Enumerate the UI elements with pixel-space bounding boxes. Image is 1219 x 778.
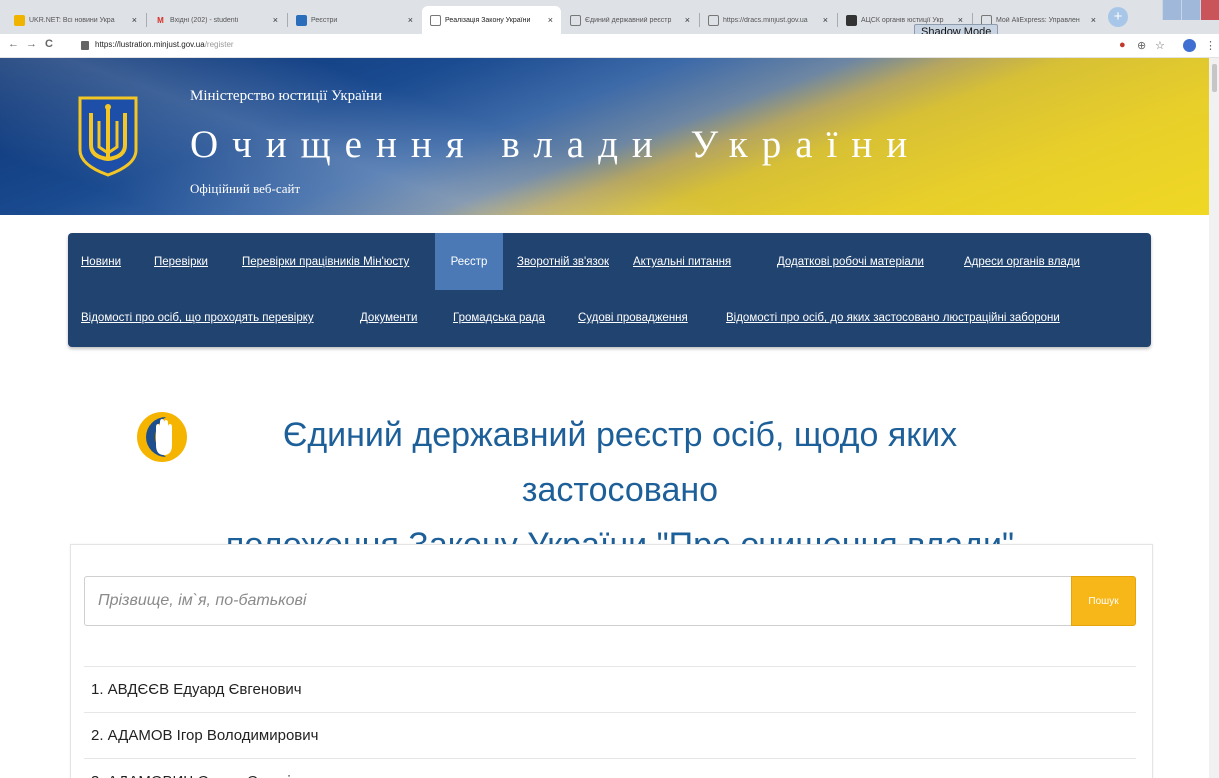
- browser-tab[interactable]: https://dracs.minjust.gov.ua ×: [700, 6, 836, 34]
- list-item[interactable]: 1. АВДЄЄВ Едуард Євгенович: [84, 666, 1136, 712]
- main-navigation: Новини Перевірки Перевірки працівників М…: [68, 233, 1151, 347]
- nav-link-checks[interactable]: Перевірки: [154, 256, 208, 268]
- lock-icon: [81, 41, 89, 50]
- page-title-line: Єдиний державний реєстр осіб, щодо яких …: [282, 416, 958, 509]
- avatar[interactable]: [1183, 39, 1196, 52]
- browser-tab[interactable]: M Вхідні (202) - studenti ×: [147, 6, 286, 34]
- browser-tab-active[interactable]: Реалізація Закону України ×: [422, 6, 561, 34]
- nav-link-documents[interactable]: Документи: [360, 312, 417, 324]
- yellow-star-icon: [14, 14, 25, 26]
- star-icon[interactable]: ☆: [1155, 39, 1165, 52]
- hand-stop-icon: [137, 412, 187, 462]
- site-title: Очищення влади України: [190, 123, 922, 166]
- tab-title: https://dracs.minjust.gov.ua: [723, 16, 808, 24]
- close-icon[interactable]: ×: [548, 15, 553, 25]
- nav-link-feedback[interactable]: Зворотній зв'язок: [517, 256, 609, 268]
- tab-title: Реєстри: [311, 16, 338, 24]
- extension-icon[interactable]: ●: [1119, 39, 1126, 51]
- nav-link-staff-checks[interactable]: Перевірки працівників Мін'юсту: [242, 256, 409, 268]
- nav-link-court-proceedings[interactable]: Судові провадження: [578, 312, 688, 324]
- scrollbar[interactable]: [1209, 58, 1219, 778]
- browser-tab[interactable]: Реєстри ×: [288, 6, 421, 34]
- menu-icon[interactable]: ⋮: [1205, 39, 1216, 52]
- coat-of-arms-icon: [78, 96, 138, 177]
- window-controls: [1162, 0, 1219, 20]
- list-item[interactable]: 2. АДАМОВ Ігор Володимирович: [84, 712, 1136, 758]
- gmail-icon: M: [157, 15, 164, 25]
- nav-link-lustration-bans[interactable]: Відомості про осіб, до яких застосовано …: [726, 312, 1060, 324]
- close-icon[interactable]: ×: [1091, 15, 1096, 25]
- site-subtitle: Офіційний веб-сайт: [190, 181, 301, 196]
- tab-title: Реалізація Закону України: [445, 16, 531, 24]
- search-button[interactable]: Пошук: [1071, 576, 1136, 626]
- ministry-name: Міністерство юстиції України: [190, 88, 383, 104]
- results-list: 1. АВДЄЄВ Едуард Євгенович 2. АДАМОВ Іго…: [84, 666, 1136, 778]
- nav-link-public-council[interactable]: Громадська рада: [453, 312, 545, 324]
- tab-title: АЦСК органів юстиції Укр: [861, 16, 944, 24]
- browser-tab[interactable]: Єдиний державний реєстр ×: [562, 6, 698, 34]
- nav-link-persons-under-check[interactable]: Відомості про осіб, що проходять перевір…: [81, 312, 314, 324]
- browser-tab-strip: UKR.NET: Всі новини Укра × M Вхідні (202…: [0, 0, 1219, 34]
- nav-link-materials[interactable]: Додаткові робочі матеріали: [777, 256, 924, 268]
- address-bar[interactable]: https://lustration.minjust.gov.ua/regist…: [95, 40, 234, 49]
- list-item[interactable]: 3. АДАМОВИЧ Олена Євгенівна: [84, 758, 1136, 778]
- url-host: https://lustration.minjust.gov.ua: [95, 40, 205, 49]
- new-tab-button[interactable]: +: [1108, 7, 1128, 27]
- window-close-button[interactable]: [1200, 0, 1219, 20]
- cert-icon: [846, 14, 857, 26]
- browser-toolbar: ← → C https://lustration.minjust.gov.ua/…: [0, 34, 1219, 58]
- back-arrow-icon[interactable]: ←: [8, 38, 19, 50]
- close-icon[interactable]: ×: [685, 15, 690, 25]
- minimize-button[interactable]: [1162, 0, 1181, 20]
- maximize-button[interactable]: [1181, 0, 1200, 20]
- registry-icon: [296, 14, 307, 26]
- page-icon: [430, 14, 441, 26]
- nav-link-faq[interactable]: Актуальні питання: [633, 256, 731, 268]
- close-icon[interactable]: ×: [273, 15, 278, 25]
- forward-arrow-icon[interactable]: →: [26, 38, 37, 50]
- close-icon[interactable]: ×: [823, 15, 828, 25]
- page-icon: [570, 14, 581, 26]
- scrollbar-thumb[interactable]: [1212, 64, 1217, 92]
- nav-link-news[interactable]: Новини: [81, 256, 121, 268]
- search-input[interactable]: [84, 576, 1071, 626]
- browser-tab[interactable]: UKR.NET: Всі новини Укра ×: [6, 6, 145, 34]
- tab-title: Вхідні (202) - studenti: [170, 16, 239, 24]
- reload-icon[interactable]: C: [45, 38, 53, 50]
- url-path: /register: [204, 40, 234, 49]
- close-icon[interactable]: ×: [408, 15, 413, 25]
- tab-title: UKR.NET: Всі новини Укра: [29, 16, 115, 24]
- nav-link-register[interactable]: Реєстр: [435, 233, 503, 290]
- zoom-icon[interactable]: ⊕: [1137, 39, 1146, 52]
- tab-title: Мой AliExpress: Управлен: [996, 16, 1080, 24]
- nav-link-addresses[interactable]: Адреси органів влади: [964, 256, 1080, 268]
- page-icon: [708, 14, 719, 26]
- close-icon[interactable]: ×: [132, 15, 137, 25]
- tab-title: Єдиний державний реєстр: [585, 16, 672, 24]
- site-header-banner: Міністерство юстиції України Очищення вл…: [0, 58, 1219, 215]
